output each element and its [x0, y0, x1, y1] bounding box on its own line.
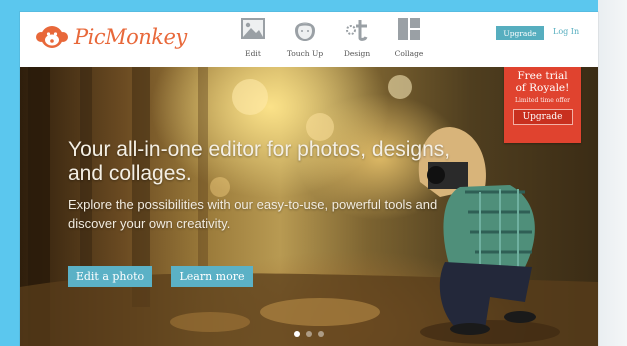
site-header: PicMonkey Edit Touch Up Design Collage U… — [20, 12, 598, 67]
background-strip — [598, 0, 627, 346]
image-icon — [241, 18, 265, 39]
edit-photo-button[interactable]: Edit a photo — [68, 266, 152, 287]
carousel-dot[interactable] — [306, 331, 312, 337]
logo-text: PicMonkey — [74, 25, 187, 49]
nav-design[interactable]: Design — [334, 16, 380, 58]
promo-ribbon: Free trial of Royale! Limited time offer… — [504, 67, 581, 143]
face-icon — [295, 22, 315, 41]
promo-headline: Free trial — [517, 70, 568, 82]
login-link[interactable]: Log In — [553, 27, 579, 36]
carousel-dots — [294, 331, 324, 337]
promo-upgrade-button[interactable]: Upgrade — [512, 109, 573, 125]
nav-touch-up[interactable]: Touch Up — [282, 16, 328, 58]
browser-page: PicMonkey Edit Touch Up Design Collage U… — [20, 12, 598, 346]
nav-collage-label: Collage — [394, 49, 424, 58]
upgrade-button[interactable]: Upgrade — [496, 26, 544, 40]
design-icon — [346, 20, 368, 41]
nav-collage[interactable]: Collage — [386, 16, 432, 58]
nav-touch-up-label: Touch Up — [286, 49, 324, 58]
hero-title: Your all-in-one editor for photos, desig… — [68, 138, 451, 185]
promo-headline-2: of Royale! — [515, 82, 570, 94]
logo[interactable]: PicMonkey — [34, 24, 187, 50]
main-nav: Edit Touch Up Design Collage — [230, 16, 432, 58]
collage-icon — [398, 18, 420, 40]
nav-design-label: Design — [343, 49, 371, 58]
hero-subtitle: Explore the possibilities with our easy-… — [68, 197, 438, 231]
carousel-dot[interactable] — [318, 331, 324, 337]
monkey-logo-icon — [36, 26, 68, 48]
carousel-dot[interactable] — [294, 331, 300, 337]
nav-edit-label: Edit — [245, 49, 261, 58]
promo-note: Limited time offer — [515, 97, 570, 104]
learn-more-button[interactable]: Learn more — [171, 266, 253, 287]
nav-edit[interactable]: Edit — [230, 16, 276, 58]
hero-banner: Your all-in-one editor for photos, desig… — [20, 67, 598, 346]
